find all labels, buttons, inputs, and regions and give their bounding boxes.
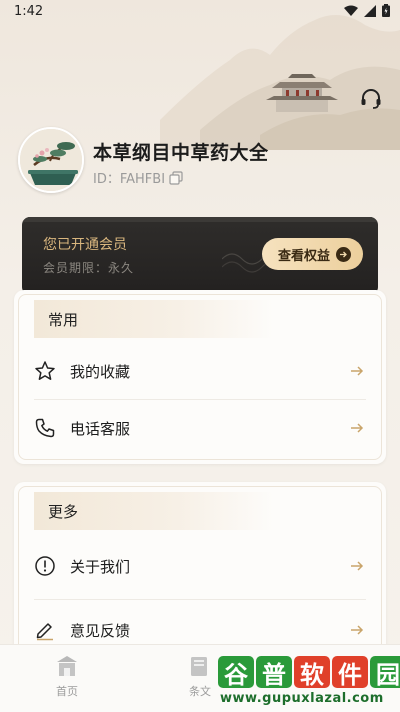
about-us-row[interactable]: 关于我们 <box>34 539 366 593</box>
profile-page: 1:42 本草纲目中草药大全 ID：FAHFBI 您已开通会员 会员期限：永久 … <box>0 0 400 712</box>
bonsai-avatar-illustration <box>20 129 82 191</box>
status-time: 1:42 <box>14 4 44 19</box>
nav-home[interactable]: 首页 <box>37 655 97 699</box>
watermark-char: 普 <box>256 656 292 689</box>
nav-home-label: 首页 <box>56 685 78 698</box>
avatar[interactable] <box>18 127 84 193</box>
app-title: 本草纲目中草药大全 <box>93 142 269 164</box>
pencil-icon <box>36 623 53 641</box>
vip-title: 您已开通会员 <box>43 237 127 253</box>
nav-articles-label: 条文 <box>189 685 211 698</box>
arrow-right-icon <box>351 423 364 433</box>
vip-card-top-stripe <box>22 217 378 222</box>
common-section-title: 常用 <box>48 311 79 329</box>
watermark-url: www.gupuxlazal.com <box>220 691 384 706</box>
user-id-row: ID：FAHFBI <box>93 168 183 187</box>
more-section-header: 更多 <box>34 492 274 530</box>
arrow-right-icon <box>351 625 364 635</box>
more-section-card: 更多 关于我们 意见反馈 <box>14 482 386 657</box>
arrow-right-icon <box>351 561 364 571</box>
info-icon <box>35 556 55 576</box>
phone-service-row[interactable]: 电话客服 <box>34 401 366 455</box>
arrow-right-icon <box>351 366 364 376</box>
view-benefits-label: 查看权益 <box>278 248 331 264</box>
home-icon <box>57 656 77 676</box>
common-section-card: 常用 我的收藏 电话客服 <box>14 290 386 464</box>
vip-card: 您已开通会员 会员期限：永久 查看权益 <box>22 217 378 295</box>
user-id: ID：FAHFBI <box>93 172 166 187</box>
book-icon <box>191 657 207 676</box>
watermark-logo: 谷 普 软 件 园 www.gupuxlazal.com <box>218 656 400 710</box>
more-section-title: 更多 <box>48 503 79 521</box>
customer-service-button[interactable] <box>356 84 386 114</box>
row-divider <box>34 399 366 400</box>
row-divider <box>34 599 366 600</box>
common-section-header: 常用 <box>34 300 274 338</box>
phone-service-label: 电话客服 <box>70 420 131 438</box>
watermark-char: 软 <box>294 656 330 689</box>
landscape-illustration <box>160 15 400 150</box>
feedback-label: 意见反馈 <box>70 622 131 640</box>
vip-period: 会员期限：永久 <box>43 261 135 275</box>
headset-icon <box>361 89 381 109</box>
copy-icon[interactable] <box>169 170 183 185</box>
my-favorites-label: 我的收藏 <box>70 363 131 381</box>
phone-icon <box>35 418 55 438</box>
watermark-char: 园 <box>370 656 400 689</box>
watermark-chars: 谷 普 软 件 园 <box>218 656 400 689</box>
about-us-label: 关于我们 <box>70 558 131 576</box>
arrow-right-icon <box>336 246 352 262</box>
watermark-char: 谷 <box>218 656 254 689</box>
star-icon <box>35 361 55 380</box>
my-favorites-row[interactable]: 我的收藏 <box>34 344 366 398</box>
watermark-char: 件 <box>332 656 368 689</box>
view-benefits-button[interactable]: 查看权益 <box>262 238 363 270</box>
